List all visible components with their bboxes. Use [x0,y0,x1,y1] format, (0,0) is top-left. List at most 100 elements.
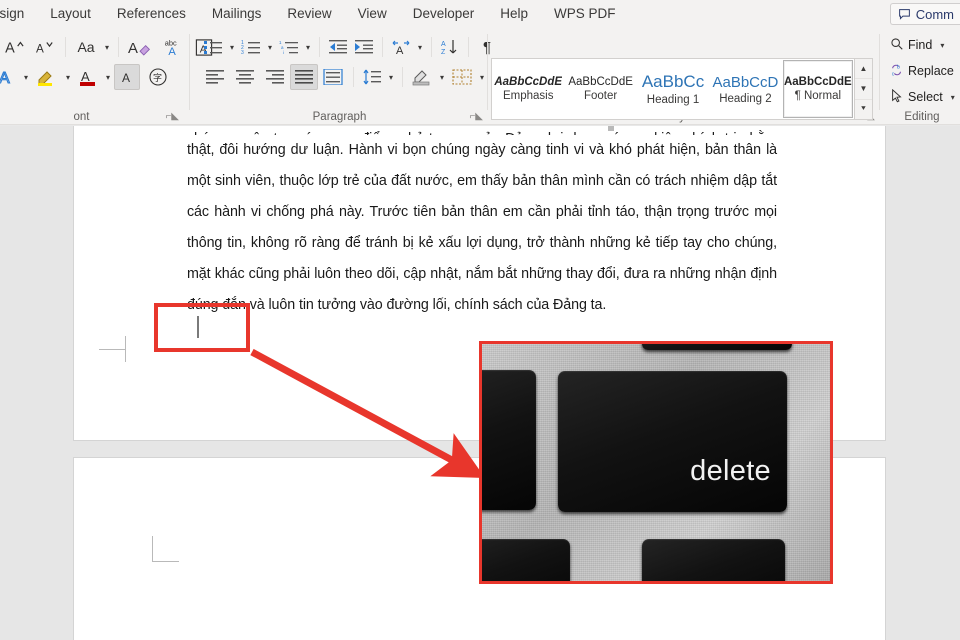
line-spacing-caret-icon[interactable]: ▾ [385,73,397,82]
distributed-button[interactable] [318,64,348,90]
style-preview: AaBbCcDdE [568,76,633,88]
tab-layout[interactable]: Layout [37,1,104,27]
asian-layout-caret-icon[interactable]: ▾ [414,43,426,52]
margin-corner-mark [152,536,153,562]
svg-text:i: i [283,50,284,55]
paragraph-dialog-launcher[interactable]: ⌐◣ [469,111,483,122]
styles-scroll-down-icon[interactable]: ▼ [855,79,872,99]
divider [65,37,66,57]
tab-help[interactable]: Help [487,1,541,27]
style-label: Emphasis [503,90,554,102]
ribbon-body: A A Aa ▾ A abcA A [0,28,960,125]
style-footer[interactable]: AaBbCcDdE Footer [565,60,635,118]
search-icon [890,37,904,54]
document-text[interactable]: chúng xuyên tạc các quan điểm, chủ trươn… [187,126,777,321]
select-button[interactable]: Select ▾ [890,85,959,109]
text-effects-button[interactable]: A [0,64,20,90]
enclose-characters-button[interactable]: 字 [144,64,172,90]
divider [468,37,469,57]
align-center-button[interactable] [230,64,260,90]
svg-text:A: A [36,42,44,55]
tab-review[interactable]: Review [274,1,344,27]
key-glyph-tick [500,581,503,584]
style-label: Heading 1 [647,94,699,106]
asian-layout-button[interactable]: A [388,34,414,60]
align-left-button[interactable] [200,64,230,90]
tab-wps-pdf[interactable]: WPS PDF [541,1,629,27]
style-preview: AaBbCcDdE [784,76,852,88]
highlight-caret-icon[interactable]: ▾ [62,73,74,82]
key-glyph-tick [712,581,715,584]
replace-icon: bc [890,63,904,80]
character-shading-button[interactable]: A [114,64,140,90]
tab-view[interactable]: View [345,1,400,27]
comments-button[interactable]: Comm [890,3,960,25]
margin-corner-mark [99,336,126,350]
select-caret-icon[interactable]: ▾ [947,93,959,102]
clear-formatting-button[interactable]: A [124,34,158,60]
style-heading-1[interactable]: AaBbCc Heading 1 [638,60,708,118]
justify-button[interactable] [290,64,318,90]
multilevel-caret-icon[interactable]: ▾ [302,43,314,52]
divider [879,34,880,110]
grow-font-button[interactable]: A [0,34,30,60]
borders-button[interactable] [448,64,476,90]
style-preview: AaBbCcD [712,74,778,91]
ribbon-group-paragraph-label: Paragraph [192,111,487,123]
style-label: Footer [584,90,617,102]
find-button[interactable]: Find ▾ [890,33,959,57]
delete-key-label: delete [690,455,771,488]
multilevel-list-button[interactable]: 1ai [276,34,302,60]
bullets-button[interactable] [200,34,226,60]
font-color-caret-icon[interactable]: ▾ [102,73,114,82]
spacer [608,126,614,131]
numbering-button[interactable]: 123 [238,34,264,60]
style-emphasis[interactable]: AaBbCcDdE Emphasis [493,60,563,118]
tab-mailings[interactable]: Mailings [199,1,275,27]
divider [487,34,488,110]
divider [353,67,354,87]
style-normal[interactable]: AaBbCcDdE ¶ Normal [783,60,853,118]
replace-button[interactable]: bc Replace [890,59,959,83]
style-preview: AaBbCc [642,72,704,92]
text-effects-caret-icon[interactable]: ▾ [20,73,32,82]
shading-button[interactable] [408,64,436,90]
svg-text:A: A [168,45,176,56]
line-spacing-button[interactable] [359,64,385,90]
styles-more-icon[interactable]: ⯆ [855,100,872,119]
key-above [642,341,792,350]
tab-design[interactable]: esign [0,1,37,27]
decrease-indent-button[interactable] [325,34,351,60]
shrink-font-button[interactable]: A [30,34,60,60]
shading-caret-icon[interactable]: ▾ [436,73,448,82]
styles-scroll-up-icon[interactable]: ▲ [855,59,872,79]
align-right-button[interactable] [260,64,290,90]
numbering-caret-icon[interactable]: ▾ [264,43,276,52]
svg-text:A: A [81,69,90,84]
find-label: Find [908,38,932,52]
styles-gallery-scrollbar[interactable]: ▲ ▼ ⯆ [855,58,873,120]
text-highlight-color-button[interactable] [32,64,62,90]
change-case-caret-icon[interactable]: ▾ [101,43,113,52]
font-dialog-launcher[interactable]: ⌐◣ [165,111,179,122]
change-case-button[interactable]: Aa [71,34,101,60]
phonetic-guide-button[interactable]: abcA [158,34,190,60]
svg-text:A: A [5,40,15,56]
style-label: ¶ Normal [795,90,841,102]
svg-text:A: A [128,41,138,57]
style-heading-2[interactable]: AaBbCcD Heading 2 [710,60,780,118]
ribbon-group-editing-label: Editing [884,111,960,123]
divider [431,37,432,57]
sort-button[interactable]: AZ [437,34,463,60]
increase-indent-button[interactable] [351,34,377,60]
find-caret-icon[interactable]: ▾ [936,41,948,50]
annotation-highlight-rectangle [154,303,250,352]
tab-references[interactable]: References [104,1,199,27]
replace-label: Replace [908,64,954,78]
font-color-button[interactable]: A [74,64,102,90]
document-paragraph[interactable]: thật, đôi hướng dư luận. Hành vi bọn chú… [187,135,777,321]
tab-developer[interactable]: Developer [400,1,488,27]
key-bottom-middle [642,539,785,584]
ribbon-group-font: A A Aa ▾ A abcA A [0,28,189,125]
bullets-caret-icon[interactable]: ▾ [226,43,238,52]
